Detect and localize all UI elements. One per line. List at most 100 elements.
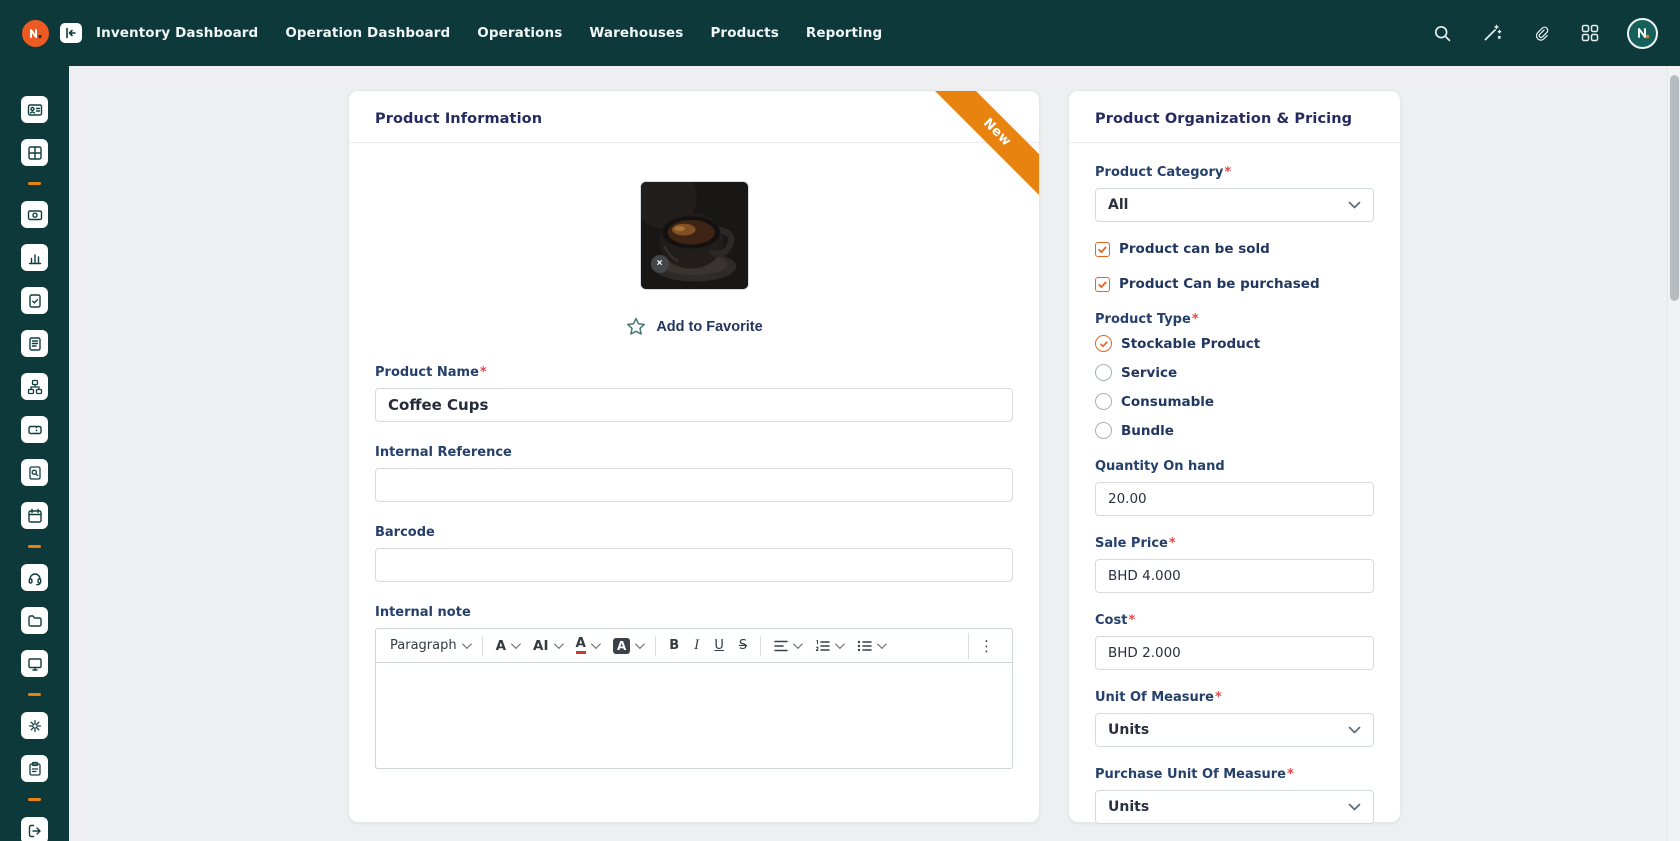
user-avatar[interactable] bbox=[1627, 18, 1658, 49]
service-label: Service bbox=[1121, 365, 1177, 381]
search-button[interactable] bbox=[1431, 22, 1454, 45]
internal-note-textarea[interactable] bbox=[376, 663, 1012, 768]
chevron-down-icon bbox=[553, 639, 563, 649]
unit-of-measure-select[interactable]: Units bbox=[1095, 713, 1374, 747]
chevron-down-icon bbox=[591, 639, 601, 649]
document-search-icon[interactable] bbox=[21, 459, 48, 486]
product-can-be-sold-checkbox-row[interactable]: Product can be sold bbox=[1095, 241, 1374, 257]
product-image-wrap: × bbox=[640, 181, 749, 290]
clipboard-icon[interactable] bbox=[21, 755, 48, 782]
apps-grid-button[interactable] bbox=[1579, 22, 1601, 44]
scrollbar-thumb[interactable] bbox=[1670, 75, 1679, 301]
chevron-down-icon bbox=[1348, 201, 1361, 209]
logout-icon[interactable] bbox=[21, 817, 48, 841]
app-logo[interactable] bbox=[22, 20, 49, 47]
id-card-icon[interactable] bbox=[21, 96, 48, 123]
toolbar-divider bbox=[760, 636, 761, 656]
strikethrough-button[interactable]: S bbox=[733, 634, 753, 657]
nav-products[interactable]: Products bbox=[710, 25, 778, 41]
attachment-button[interactable] bbox=[1530, 22, 1553, 45]
radio-unselected-icon bbox=[1095, 364, 1112, 381]
magic-wand-button[interactable] bbox=[1480, 21, 1504, 45]
barcode-input[interactable] bbox=[375, 548, 1013, 582]
radio-service[interactable]: Service bbox=[1095, 364, 1374, 381]
toolbar-divider bbox=[655, 636, 656, 656]
calendar-icon[interactable] bbox=[21, 502, 48, 529]
radio-bundle[interactable]: Bundle bbox=[1095, 422, 1374, 439]
pricelist-icon[interactable] bbox=[21, 201, 48, 228]
product-name-field-group: Product Name* bbox=[375, 365, 1013, 422]
product-image-zone: × Add to Favorite bbox=[375, 165, 1013, 342]
product-name-input[interactable] bbox=[375, 388, 1013, 422]
paragraph-style-select[interactable]: Paragraph bbox=[384, 634, 475, 657]
add-to-favorite-button[interactable]: Add to Favorite bbox=[625, 316, 762, 338]
nav-warehouses[interactable]: Warehouses bbox=[589, 25, 683, 41]
rich-text-editor: Paragraph A AI A bbox=[375, 628, 1013, 769]
sidebar-collapse-button[interactable] bbox=[60, 23, 82, 43]
nav-operation-dashboard[interactable]: Operation Dashboard bbox=[285, 25, 450, 41]
unit-of-measure-value: Units bbox=[1108, 722, 1149, 738]
sidebar-divider bbox=[28, 545, 41, 548]
pricing-card-title: Product Organization & Pricing bbox=[1095, 111, 1352, 127]
monitor-icon[interactable] bbox=[21, 650, 48, 677]
barcode-label: Barcode bbox=[375, 525, 1013, 540]
nav-inventory-dashboard[interactable]: Inventory Dashboard bbox=[96, 25, 258, 41]
radio-stockable-product[interactable]: Stockable Product bbox=[1095, 335, 1374, 352]
settings-icon[interactable] bbox=[21, 712, 48, 739]
ticket-icon[interactable] bbox=[21, 416, 48, 443]
radio-consumable[interactable]: Consumable bbox=[1095, 393, 1374, 410]
nav-reporting[interactable]: Reporting bbox=[806, 25, 882, 41]
document-check-icon[interactable] bbox=[21, 287, 48, 314]
font-color-button[interactable]: A bbox=[570, 633, 604, 659]
bar-chart-icon[interactable] bbox=[21, 244, 48, 271]
ai-assistant-button[interactable]: AI bbox=[527, 634, 566, 658]
required-marker: * bbox=[480, 365, 487, 380]
bullet-list-button[interactable] bbox=[851, 636, 890, 656]
italic-button[interactable]: I bbox=[688, 634, 705, 657]
chevron-down-icon bbox=[1348, 803, 1361, 811]
sale-price-input[interactable] bbox=[1095, 559, 1374, 593]
unit-of-measure-label: Unit Of Measure* bbox=[1095, 690, 1374, 705]
highlight-color-button[interactable]: A bbox=[607, 634, 648, 658]
nav-operations[interactable]: Operations bbox=[477, 25, 562, 41]
product-can-be-purchased-label: Product Can be purchased bbox=[1119, 276, 1320, 292]
product-can-be-purchased-checkbox-row[interactable]: Product Can be purchased bbox=[1095, 276, 1374, 292]
internal-reference-input[interactable] bbox=[375, 468, 1013, 502]
product-photo[interactable] bbox=[640, 181, 749, 290]
cost-input[interactable] bbox=[1095, 636, 1374, 670]
bold-button[interactable]: B bbox=[663, 634, 685, 657]
product-information-card: New Product Information bbox=[348, 90, 1040, 823]
product-category-select[interactable]: All bbox=[1095, 188, 1374, 222]
product-category-value: All bbox=[1108, 197, 1128, 213]
numbered-list-button[interactable] bbox=[809, 636, 848, 656]
left-sidebar bbox=[0, 0, 69, 841]
chevron-down-icon bbox=[793, 639, 803, 649]
quantity-on-hand-label: Quantity On hand bbox=[1095, 459, 1374, 474]
quantity-on-hand-input[interactable] bbox=[1095, 482, 1374, 516]
logo-mark-icon bbox=[27, 25, 44, 42]
product-category-label: Product Category* bbox=[1095, 165, 1374, 180]
product-organization-pricing-card: Product Organization & Pricing Product C… bbox=[1068, 90, 1401, 823]
avatar-logo-icon bbox=[1634, 24, 1652, 42]
headset-icon[interactable] bbox=[21, 564, 48, 591]
numbered-list-icon bbox=[815, 640, 830, 652]
notebook-icon[interactable] bbox=[21, 330, 48, 357]
font-size-button[interactable]: A bbox=[490, 634, 524, 658]
purchase-unit-of-measure-select[interactable]: Units bbox=[1095, 790, 1374, 824]
toolbar-overflow-button[interactable]: ⋮ bbox=[968, 633, 1004, 659]
chevron-down-icon bbox=[511, 639, 521, 649]
page-scrollbar[interactable] bbox=[1667, 66, 1680, 841]
remove-image-button[interactable]: × bbox=[651, 255, 669, 273]
consumable-label: Consumable bbox=[1121, 394, 1214, 410]
text-align-button[interactable] bbox=[768, 636, 806, 656]
product-type-label: Product Type* bbox=[1095, 312, 1374, 327]
hierarchy-icon[interactable] bbox=[21, 373, 48, 400]
cost-label: Cost* bbox=[1095, 613, 1374, 628]
underline-button[interactable]: U bbox=[708, 634, 730, 657]
radio-selected-icon bbox=[1095, 335, 1112, 352]
report-grid-icon[interactable] bbox=[21, 139, 48, 166]
required-marker: * bbox=[1224, 165, 1231, 180]
chevron-down-icon bbox=[462, 639, 472, 649]
folder-icon[interactable] bbox=[21, 607, 48, 634]
chevron-down-icon bbox=[835, 639, 845, 649]
